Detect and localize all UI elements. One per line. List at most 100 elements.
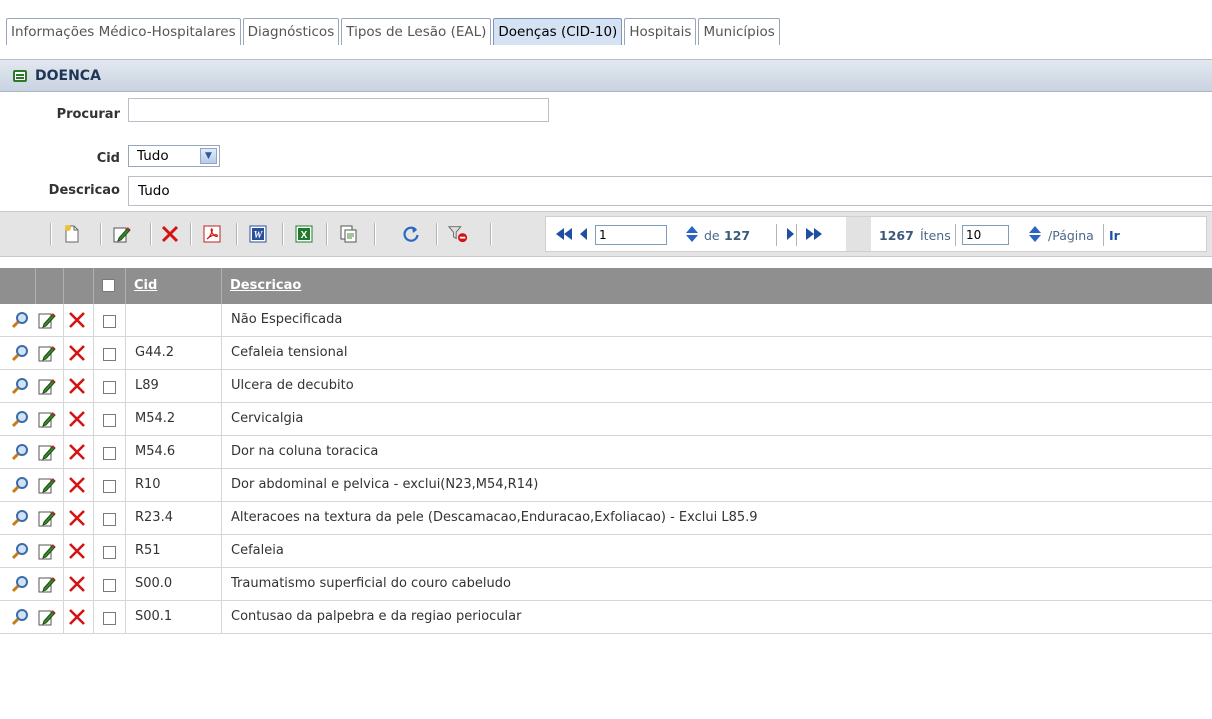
pager-spacer: [846, 217, 871, 251]
grid-header-action: [0, 268, 36, 304]
tab-diagnosticos[interactable]: Diagnósticos: [242, 18, 340, 45]
cid-cell: S00.1: [126, 601, 222, 633]
grid-header: Cid Descricao: [0, 268, 1212, 304]
table-row: R10 Dor abdominal e pelvica - exclui(N23,…: [0, 469, 1212, 502]
edit-icon[interactable]: [112, 224, 132, 244]
cid-cell: M54.2: [126, 403, 222, 435]
row-checkbox[interactable]: [103, 381, 116, 394]
view-icon[interactable]: [10, 508, 30, 528]
toolbar-divider: [236, 223, 238, 245]
table-row: S00.0 Traumatismo superficial do couro ca…: [0, 568, 1212, 601]
descricao-cell: Dor na coluna toracica: [231, 444, 379, 459]
word-icon[interactable]: W: [248, 224, 268, 244]
tab-tipos-de-lesao[interactable]: Tipos de Lesão (EAL): [341, 18, 492, 45]
row-delete-cell: [64, 601, 94, 633]
view-icon[interactable]: [10, 376, 30, 396]
toolbar-divider: [282, 223, 284, 245]
toolbar-divider: [374, 223, 376, 245]
svg-text:W: W: [254, 230, 264, 241]
descricao-cell: Ulcera de decubito: [231, 378, 354, 393]
row-checkbox[interactable]: [103, 348, 116, 361]
view-icon[interactable]: [10, 310, 30, 330]
excel-icon[interactable]: X: [294, 224, 314, 244]
row-edit-cell: [36, 337, 64, 369]
row-edit-cell: [36, 469, 64, 501]
total-items: 1267: [879, 228, 914, 243]
table-row: G44.2 Cefaleia tensional: [0, 337, 1212, 370]
toolbar-divider: [326, 223, 328, 245]
items-label: Ítens: [920, 228, 951, 243]
row-checkbox[interactable]: [103, 612, 116, 625]
first-page-icon[interactable]: [554, 224, 574, 244]
view-icon[interactable]: [10, 574, 30, 594]
row-delete-cell: [64, 535, 94, 567]
toolbar-divider: [150, 223, 152, 245]
new-icon[interactable]: [62, 224, 82, 244]
grid-header-action: [64, 268, 94, 304]
row-delete-cell: [64, 304, 94, 336]
tab-hospitais[interactable]: Hospitais: [624, 18, 697, 45]
view-icon[interactable]: [10, 343, 30, 363]
row-edit-cell: [36, 304, 64, 336]
tab-doencas[interactable]: Doenças (CID-10): [493, 18, 623, 45]
view-icon[interactable]: [10, 607, 30, 627]
row-edit-cell: [36, 568, 64, 600]
row-checkbox[interactable]: [103, 546, 116, 559]
clear-filter-icon[interactable]: [448, 224, 468, 244]
row-edit-cell: [36, 535, 64, 567]
row-checkbox[interactable]: [103, 447, 116, 460]
column-header-descricao[interactable]: Descricao: [222, 268, 1212, 304]
filter-area: Procurar Cid Tudo ▼ Descricao Tudo: [0, 59, 1212, 206]
pager-divider: [776, 224, 778, 246]
delete-icon[interactable]: [160, 224, 180, 244]
toolbar-divider: [190, 223, 192, 245]
page-spinner-icon[interactable]: [682, 224, 702, 244]
pdf-icon[interactable]: [202, 224, 222, 244]
descricao-cell: Cervicalgia: [231, 411, 304, 426]
descricao-field[interactable]: Tudo: [128, 176, 1212, 206]
tab-municipios[interactable]: Municípios: [698, 18, 780, 45]
row-edit-cell: [36, 403, 64, 435]
row-checkbox[interactable]: [103, 579, 116, 592]
row-delete-cell: [64, 469, 94, 501]
page-number-input[interactable]: 1: [595, 225, 667, 245]
cid-label: Cid: [96, 151, 120, 166]
search-input[interactable]: [128, 98, 549, 122]
tab-informacoes-medico-hospitalares[interactable]: Informações Médico-Hospitalares: [6, 18, 241, 45]
view-icon[interactable]: [10, 409, 30, 429]
view-icon[interactable]: [10, 442, 30, 462]
last-page-icon[interactable]: [804, 224, 824, 244]
pager-divider: [1103, 224, 1105, 246]
row-checkbox[interactable]: [103, 315, 116, 328]
toolbar-divider: [100, 223, 102, 245]
go-button[interactable]: Ir: [1109, 228, 1120, 243]
row-checkbox[interactable]: [103, 480, 116, 493]
view-icon[interactable]: [10, 475, 30, 495]
row-checkbox[interactable]: [103, 513, 116, 526]
row-delete-cell: [64, 436, 94, 468]
table-row: M54.2 Cervicalgia: [0, 403, 1212, 436]
cid-select-value: Tudo: [137, 148, 169, 164]
refresh-icon[interactable]: [401, 224, 421, 244]
select-all-checkbox[interactable]: [102, 279, 115, 292]
row-checkbox[interactable]: [103, 414, 116, 427]
chevron-down-icon[interactable]: ▼: [200, 148, 217, 164]
toolbar-divider: [50, 223, 52, 245]
page-size-input[interactable]: 10: [962, 225, 1009, 245]
page-size-spinner-icon[interactable]: [1025, 224, 1045, 244]
tab-bar: Informações Médico-Hospitalares Diagnóst…: [6, 18, 782, 45]
copy-icon[interactable]: [338, 224, 358, 244]
descricao-cell: Contusao da palpebra e da regiao periocu…: [231, 609, 522, 624]
table-row: S00.1 Contusao da palpebra e da regiao pe…: [0, 601, 1212, 634]
cid-cell: R10: [126, 469, 222, 501]
previous-page-icon[interactable]: [574, 224, 594, 244]
table-row: R23.4 Alteracoes na textura da pele (Desc…: [0, 502, 1212, 535]
toolbar-divider: [436, 223, 438, 245]
descricao-cell: Cefaleia: [231, 543, 284, 558]
cid-select[interactable]: Tudo ▼: [128, 145, 220, 167]
descricao-cell: Não Especificada: [231, 312, 343, 327]
column-header-cid[interactable]: Cid: [126, 268, 222, 304]
view-icon[interactable]: [10, 541, 30, 561]
row-edit-cell: [36, 601, 64, 633]
grid-toolbar: W X 1 de 127 1267 Ítens 10 /Página Ir: [0, 211, 1212, 257]
